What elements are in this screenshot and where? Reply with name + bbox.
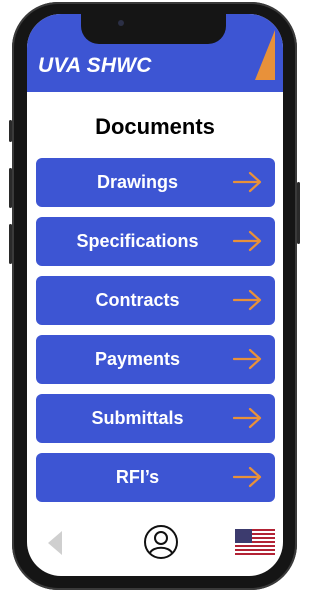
back-triangle-icon[interactable] <box>47 530 63 556</box>
orange-triangle-logo-icon <box>255 30 275 80</box>
submittals-button[interactable]: Submittals <box>36 394 275 443</box>
specifications-button[interactable]: Specifications <box>36 217 275 266</box>
documents-menu: Drawings Specifications Contracts Paymen… <box>36 158 275 512</box>
side-button-right <box>297 182 300 244</box>
arrow-right-icon <box>233 289 262 311</box>
side-button-left-mid <box>9 168 12 208</box>
bottom-nav <box>27 524 283 564</box>
us-flag-icon[interactable] <box>235 529 275 555</box>
arrow-right-icon <box>233 466 262 488</box>
user-profile-icon[interactable] <box>143 524 179 560</box>
payments-button[interactable]: Payments <box>36 335 275 384</box>
side-button-left-top <box>9 120 12 142</box>
page-title: Documents <box>95 114 215 139</box>
arrow-right-icon <box>233 407 262 429</box>
drawings-button[interactable]: Drawings <box>36 158 275 207</box>
contracts-button[interactable]: Contracts <box>36 276 275 325</box>
side-button-left-bottom <box>9 224 12 264</box>
arrow-right-icon <box>233 171 262 193</box>
app-brand: UVA SHWC <box>38 54 152 77</box>
arrow-right-icon <box>233 348 262 370</box>
app-screen: UVA SHWC Documents Drawings Specificatio… <box>27 14 283 576</box>
arrow-right-icon <box>233 230 262 252</box>
rfis-button[interactable]: RFI’s <box>36 453 275 502</box>
front-camera <box>118 20 124 26</box>
phone-notch <box>81 14 226 44</box>
